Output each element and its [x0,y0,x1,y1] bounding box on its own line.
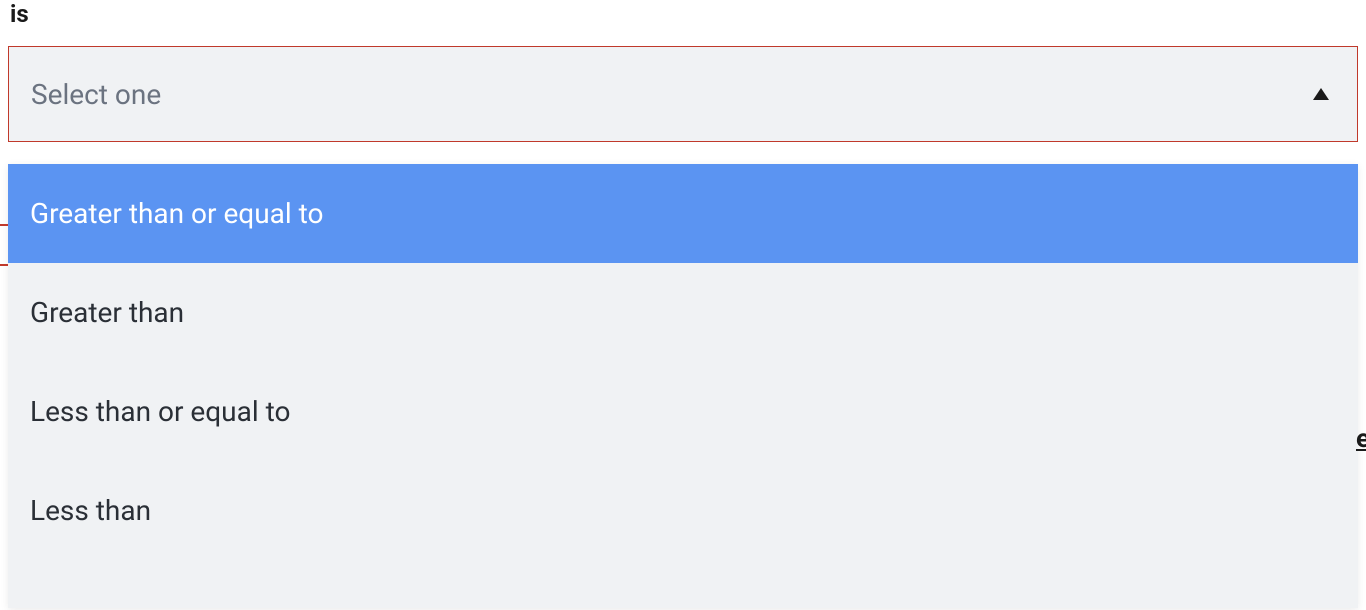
option-greater-than-or-equal[interactable]: Greater than or equal to [8,164,1358,263]
option-cutoff[interactable] [8,560,1358,608]
cutoff-border-fragment [0,224,8,226]
option-label: Less than [30,494,151,527]
field-label: is [8,0,1358,28]
option-less-than[interactable]: Less than [8,461,1358,560]
option-label: Less than or equal to [30,395,290,428]
option-less-than-or-equal[interactable]: Less than or equal to [8,362,1358,461]
chevron-up-icon [1313,88,1329,100]
option-label: Greater than [30,296,184,329]
select-placeholder: Select one [31,78,161,111]
option-label: Greater than or equal to [30,197,323,230]
dropdown-panel: Greater than or equal to Greater than Le… [8,164,1358,608]
cutoff-border-fragment [0,264,8,266]
option-greater-than[interactable]: Greater than [8,263,1358,362]
select-trigger[interactable]: Select one [8,46,1358,142]
cutoff-text-fragment: e [1356,424,1366,454]
